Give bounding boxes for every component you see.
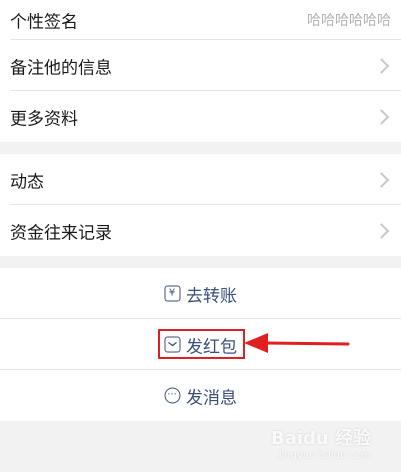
yuan-icon: ¥ bbox=[164, 285, 180, 302]
chat-bubble-icon: ··· bbox=[164, 387, 180, 404]
signature-value: 哈哈哈哈哈哈 bbox=[307, 13, 391, 29]
signature-row[interactable]: 个性签名 哈哈哈哈哈哈 bbox=[0, 0, 401, 40]
chevron-right-icon bbox=[373, 57, 390, 74]
annotation-arrow bbox=[244, 333, 350, 353]
annotation-highlight-box bbox=[158, 329, 245, 359]
watermark-text: Baidu 经验 bbox=[270, 428, 371, 449]
transfer-label: 去转账 bbox=[186, 286, 237, 306]
fund-records-row[interactable]: 资金往来记录 bbox=[0, 205, 401, 256]
moments-label: 动态 bbox=[10, 172, 44, 192]
chevron-right-icon bbox=[373, 108, 390, 125]
chevron-right-icon bbox=[373, 171, 390, 188]
message-label: 发消息 bbox=[186, 388, 237, 408]
watermark: Baidu 经验 jingyan.baidu.com bbox=[271, 424, 371, 461]
fund-records-label: 资金往来记录 bbox=[10, 223, 112, 243]
message-button[interactable]: ··· 发消息 bbox=[0, 370, 401, 421]
watermark-url: jingyan.baidu.com bbox=[278, 450, 371, 461]
transfer-button[interactable]: ¥ 去转账 bbox=[0, 268, 401, 319]
chevron-right-icon bbox=[373, 222, 390, 239]
remark-label: 备注他的信息 bbox=[10, 58, 112, 78]
more-info-label: 更多资料 bbox=[10, 109, 78, 129]
remark-row[interactable]: 备注他的信息 bbox=[0, 40, 401, 91]
more-info-row[interactable]: 更多资料 bbox=[0, 91, 401, 142]
signature-label: 个性签名 bbox=[10, 12, 78, 33]
moments-row[interactable]: 动态 bbox=[0, 154, 401, 205]
